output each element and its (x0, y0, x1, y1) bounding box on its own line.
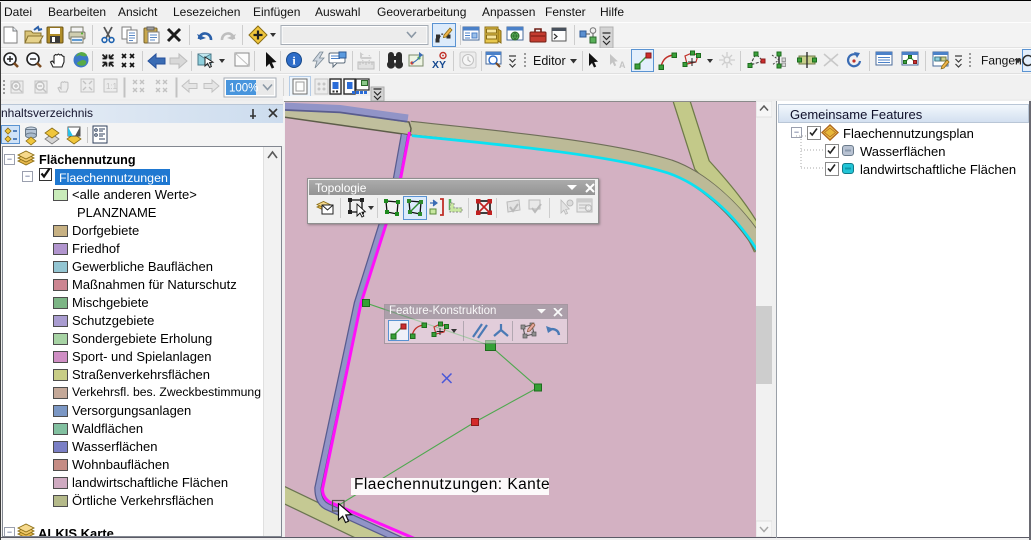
svg-text:Fangen: Fangen (981, 54, 1022, 68)
svg-text:A: A (619, 60, 626, 70)
svg-text:100%: 100% (229, 83, 258, 95)
svg-text:1:1: 1:1 (106, 82, 118, 91)
svg-text:Editor: Editor (533, 54, 566, 68)
svg-text:XY: XY (432, 59, 446, 71)
